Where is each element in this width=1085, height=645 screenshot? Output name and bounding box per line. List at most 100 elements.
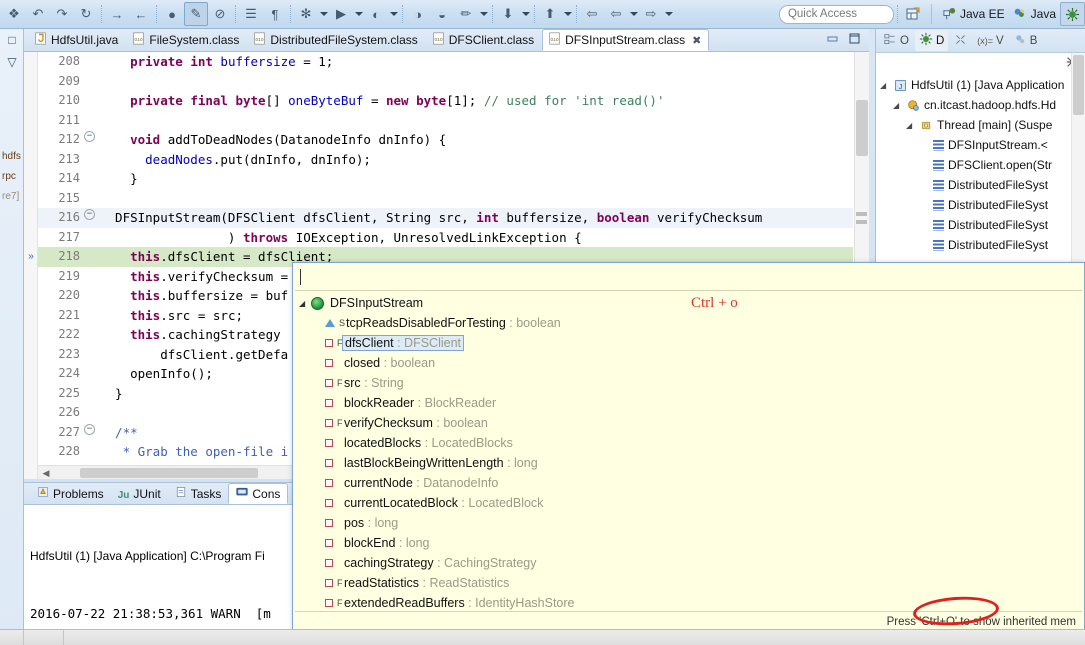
fold-toggle-icon[interactable]: − (84, 131, 95, 142)
code-line[interactable]: 217 ) throws IOException, UnresolvedLink… (38, 228, 853, 248)
editor-tab[interactable]: 010 DFSInputStream.class ✖ (542, 29, 710, 51)
redo-icon[interactable]: ↷ (50, 2, 74, 26)
debug-stack-tree[interactable]: ◢ J HdfsUtil (1) [Java Application ◢ cn.itca… (876, 73, 1085, 255)
quick-access-input[interactable]: Quick Access (778, 4, 894, 24)
toolbar-dropdown-arrow[interactable] (318, 2, 329, 26)
code-line[interactable]: 213 deadNodes.put(dnInfo, dnInfo); (38, 150, 853, 170)
quick-outline-member[interactable]: FdfsClient : DFSClient (295, 333, 1082, 353)
restore-package-explorer-icon[interactable]: □ (0, 29, 24, 51)
maximize-editor-button[interactable] (847, 32, 861, 44)
breakpoint-icon[interactable]: ● (160, 2, 184, 26)
code-line[interactable]: 210 private final byte[] oneByteBuf = ne… (38, 91, 853, 111)
upload-icon[interactable]: ⬆ (538, 2, 562, 26)
debug-view-tab[interactable]: (x)= V (973, 33, 1007, 49)
debug-icon[interactable]: ✻ (294, 2, 318, 26)
annotation-ruler[interactable]: » (24, 52, 38, 479)
run-icon[interactable]: ▶ (329, 2, 353, 26)
collapse-icon[interactable]: ▽ (0, 51, 24, 73)
open-type-icon[interactable]: ☰ (239, 2, 263, 26)
code-line[interactable]: 212− void addToDeadNodes(DatanodeInfo dn… (38, 130, 853, 150)
debug-tree-node[interactable]: DistributedFileSyst (876, 195, 1085, 215)
quick-outline-member[interactable]: pos : long (295, 513, 1082, 533)
quick-outline-member[interactable]: lastBlockBeingWrittenLength : long (295, 453, 1082, 473)
fold-toggle-icon[interactable]: − (84, 423, 95, 435)
debug-tree-node[interactable]: ◢ Thread [main] (Suspe (876, 115, 1085, 135)
forward-nav-icon[interactable]: ⇨ (639, 2, 663, 26)
debug-view-tab[interactable] (950, 31, 971, 51)
toolbar-dropdown-arrow[interactable] (388, 2, 399, 26)
debug-tree-node[interactable]: DFSClient.open(Str (876, 155, 1085, 175)
open-perspective-icon[interactable] (901, 2, 925, 26)
debug-tree-node[interactable]: ◢ J HdfsUtil (1) [Java Application (876, 75, 1085, 95)
editor-tab[interactable]: HdfsUtil.java (28, 29, 126, 51)
toolbar-dropdown-arrow[interactable] (562, 2, 573, 26)
console-tab[interactable]: Cons (228, 483, 289, 504)
run-external-icon[interactable]: ◐ (364, 2, 388, 26)
toolbar-dropdown-arrow[interactable] (353, 2, 364, 26)
code-line[interactable]: 211 (38, 111, 853, 131)
refresh-icon[interactable]: ↻ (74, 2, 98, 26)
console-tab[interactable]: Problems (30, 483, 111, 504)
quick-outline-member[interactable]: cachingStrategy : CachingStrategy (295, 553, 1082, 573)
quick-outline-member[interactable]: blockEnd : long (295, 533, 1082, 553)
code-line[interactable]: 209 (38, 72, 853, 92)
quick-outline-popup[interactable]: Ctrl + o ◢ DFSInputStream StcpReadsDisable… (292, 262, 1085, 634)
quick-outline-member[interactable]: currentNode : DatanodeInfo (295, 473, 1082, 493)
perspective-debug[interactable] (1060, 2, 1085, 26)
debug-tree-node[interactable]: DistributedFileSyst (876, 175, 1085, 195)
scroll-left-arrow[interactable]: ◀ (40, 467, 52, 479)
new-java-project-icon[interactable]: ◑ (406, 2, 430, 26)
debug-tree-node[interactable]: DFSInputStream.< (876, 135, 1085, 155)
expand-arrow-icon[interactable]: ◢ (880, 81, 890, 90)
new-wizard-icon[interactable]: ❖ (2, 2, 26, 26)
quick-outline-member[interactable]: locatedBlocks : LocatedBlocks (295, 433, 1082, 453)
debug-tree-node[interactable]: DistributedFileSyst (876, 235, 1085, 255)
toolbar-dropdown-arrow[interactable] (478, 2, 489, 26)
editor-tab[interactable]: 010 DFSClient.class (426, 29, 542, 51)
perspective-java[interactable]: Java (1009, 2, 1060, 26)
console-tab[interactable]: Ju JUnit (111, 483, 168, 504)
debug-tree-node[interactable]: ◢ cn.itcast.hadoop.hdfs.Hd (876, 95, 1085, 115)
back-nav-icon[interactable]: ⇦ (580, 2, 604, 26)
perspective-java-ee[interactable]: Java EE (938, 2, 1009, 26)
debug-view-tab[interactable]: D (914, 30, 949, 51)
debug-vscroll-thumb[interactable] (1073, 55, 1084, 115)
expand-arrow-icon[interactable]: ◢ (299, 299, 311, 308)
toolbar-dropdown-arrow[interactable] (520, 2, 531, 26)
editor-tab[interactable]: 010 DistributedFileSystem.class (247, 29, 425, 51)
quick-outline-filter-input[interactable] (295, 265, 1082, 291)
expand-arrow-icon[interactable]: ◢ (906, 121, 916, 130)
quick-outline-member[interactable]: StcpReadsDisabledForTesting : boolean (295, 313, 1082, 333)
debug-view-tab[interactable]: B (1010, 31, 1042, 51)
quick-outline-member[interactable]: blockReader : BlockReader (295, 393, 1082, 413)
quick-outline-member[interactable]: FextendedReadBuffers : IdentityHashStore (295, 593, 1082, 611)
editor-tab[interactable]: 010 FileSystem.class (126, 29, 247, 51)
backward-step-icon[interactable]: ← (129, 2, 153, 26)
close-icon[interactable]: ✖ (692, 34, 701, 47)
download-icon[interactable]: ⬇ (496, 2, 520, 26)
minimize-editor-button[interactable] (825, 32, 839, 44)
quick-outline-member[interactable]: Fsrc : String (295, 373, 1082, 393)
quick-outline-root[interactable]: ◢ DFSInputStream (295, 293, 1082, 313)
new-class-icon[interactable]: ✏ (454, 2, 478, 26)
code-line[interactable]: 216− DFSInputStream(DFSClient dfsClient,… (38, 208, 853, 228)
fold-toggle-icon[interactable]: − (84, 209, 95, 220)
previous-nav-icon[interactable]: ⇦ (604, 2, 628, 26)
code-line[interactable]: 215 (38, 189, 853, 209)
debug-view-tab[interactable]: O (880, 31, 913, 51)
code-line[interactable]: 208 private int buffersize = 1; (38, 52, 853, 72)
pencil-highlight-icon[interactable]: ✎ (184, 2, 208, 26)
expand-arrow-icon[interactable]: ◢ (893, 101, 903, 110)
open-folder-icon[interactable]: ◒ (430, 2, 454, 26)
paragraph-icon[interactable]: ¶ (263, 2, 287, 26)
quick-outline-member[interactable]: FreadStatistics : ReadStatistics (295, 573, 1082, 593)
toolbar-dropdown-arrow[interactable] (663, 2, 674, 26)
editor-hscroll-thumb[interactable] (80, 468, 258, 478)
quick-outline-member-list[interactable]: ◢ DFSInputStream StcpReadsDisabledForTesti… (295, 293, 1082, 611)
quick-outline-member[interactable]: FverifyChecksum : boolean (295, 413, 1082, 433)
editor-vscroll-thumb[interactable] (856, 100, 868, 156)
quick-outline-member[interactable]: closed : boolean (295, 353, 1082, 373)
code-line[interactable]: 214 } (38, 169, 853, 189)
skip-breakpoints-icon[interactable]: ⊘ (208, 2, 232, 26)
console-tab[interactable]: Tasks (168, 483, 229, 504)
